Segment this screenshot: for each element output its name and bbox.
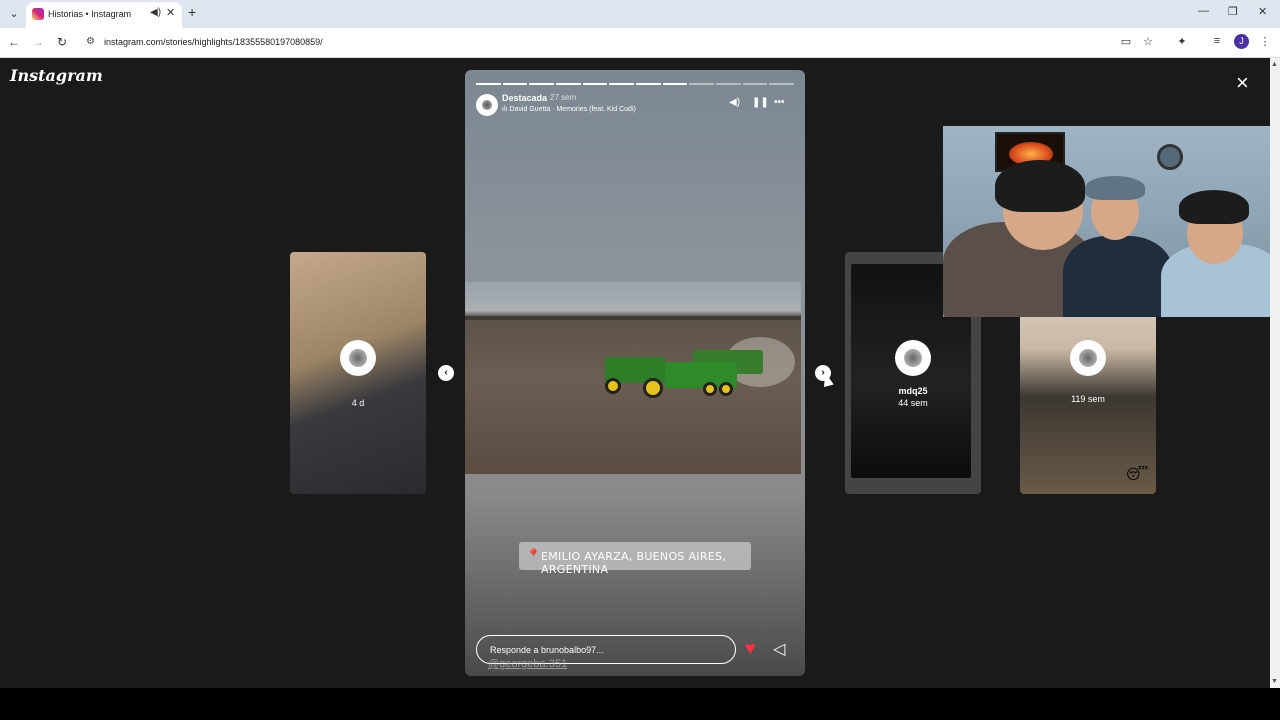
progress-segment (582, 83, 608, 85)
preview-time: 119 sem (1071, 394, 1105, 404)
watermark: @georgeba.351 (488, 658, 568, 670)
progress-segment (769, 83, 795, 85)
wheel (719, 382, 733, 396)
preview-time: 4 d (351, 398, 365, 408)
location-sticker[interactable]: 📍 EMILIO AYARZA, BUENOS AIRES, ARGENTINA (519, 542, 751, 576)
tab-title: Historias • Instagram (48, 9, 132, 19)
like-heart-icon[interactable]: ♥ (745, 638, 756, 659)
progress-segment (636, 83, 661, 85)
profile-avatar[interactable]: J (1234, 34, 1249, 49)
avatar (895, 340, 931, 376)
active-story[interactable]: Destacada 27 sem ılı David Guetta · Memo… (465, 70, 805, 676)
restore-icon[interactable]: ❐ (1228, 5, 1238, 18)
instagram-logo[interactable]: Instagram (10, 66, 103, 85)
story-timestamp: 27 sem (550, 93, 577, 102)
bookmark-star-icon[interactable]: ☆ (1141, 35, 1155, 48)
progress-segment (502, 83, 528, 85)
progress-segment (609, 83, 635, 85)
music-label: David Guetta · Memories (feat. Kid Cudi) (509, 106, 636, 113)
site-info-icon[interactable]: ⚙ (86, 36, 95, 47)
volume-icon[interactable]: ◀) (729, 97, 740, 108)
tab-close-icon[interactable]: ✕ (166, 6, 175, 19)
previous-story-button[interactable]: ‹ (438, 365, 454, 381)
person-right-hair (1179, 190, 1249, 224)
minimize-icon[interactable]: — (1198, 5, 1209, 17)
reload-button[interactable]: ↻ (54, 35, 70, 49)
more-options-icon[interactable]: ••• (774, 97, 785, 108)
person-left-hair (995, 160, 1085, 212)
person-middle (1063, 236, 1173, 317)
location-text: EMILIO AYARZA, BUENOS AIRES, ARGENTINA (541, 550, 727, 576)
reply-placeholder: Responde a brunobalbo97... (490, 645, 604, 655)
pause-icon[interactable]: ❚❚ (752, 97, 769, 108)
preview-username: mdq25 (898, 386, 928, 396)
wheel (703, 382, 717, 396)
instagram-favicon-icon (32, 8, 44, 20)
story-avatar[interactable] (476, 94, 498, 116)
progress-segment (476, 83, 501, 85)
page-scrollbar[interactable] (1270, 58, 1280, 688)
scroll-down-icon[interactable]: ▼ (1271, 678, 1278, 685)
media-controls-icon[interactable]: ≡ (1210, 35, 1224, 47)
progress-segment (716, 83, 741, 85)
tab-search-icon[interactable]: ⌄ (6, 6, 22, 22)
field-horizon (465, 316, 801, 320)
url-text: instagram.com/stories/highlights/1835558… (104, 37, 323, 47)
close-stories-icon[interactable]: × (1236, 70, 1249, 96)
sleepy-emoji-icon: 😴 (1126, 466, 1149, 482)
forward-button[interactable]: → (30, 35, 46, 49)
wheel (605, 378, 621, 394)
avatar (340, 340, 376, 376)
person-middle-cap (1085, 176, 1145, 200)
new-tab-button[interactable]: + (188, 4, 196, 20)
progress-segment (742, 83, 768, 85)
extensions-icon[interactable]: ✦ (1175, 35, 1189, 48)
bottom-band (0, 688, 1280, 720)
progress-segment (556, 83, 581, 85)
scroll-up-icon[interactable]: ▲ (1271, 61, 1278, 68)
address-toolbar: ← → ↻ ⚙ instagram.com/stories/highlights… (0, 28, 1280, 58)
story-username[interactable]: Destacada (502, 93, 547, 103)
webcam-overlay (943, 126, 1280, 317)
wheel (643, 378, 663, 398)
url-bar[interactable]: ⚙ instagram.com/stories/highlights/18355… (82, 32, 1162, 54)
story-progress-bar (476, 83, 795, 85)
preview-time: 44 sem (898, 398, 928, 408)
story-photo (465, 282, 801, 474)
location-pin-icon: 📍 (526, 548, 541, 562)
story-music-info[interactable]: ılı David Guetta · Memories (feat. Kid C… (502, 106, 636, 113)
browser-menu-icon[interactable]: ⋮ (1258, 35, 1272, 48)
back-button[interactable]: ← (6, 35, 22, 49)
progress-segment (529, 83, 555, 85)
tab-audio-icon[interactable]: ◀) (150, 7, 161, 18)
progress-segment (662, 83, 688, 85)
send-icon[interactable]: ◁ (773, 639, 785, 659)
install-app-icon[interactable]: ▭ (1119, 35, 1133, 48)
wall-clock (1157, 144, 1183, 170)
mouse-cursor (820, 370, 834, 388)
progress-segment (689, 83, 715, 85)
browser-tab[interactable]: Historias • Instagram ◀) ✕ (26, 2, 182, 28)
story-preview-left[interactable]: 4 d (290, 252, 426, 494)
browser-tab-bar: ⌄ Historias • Instagram ◀) ✕ + — ❐ ✕ (0, 0, 1280, 28)
window-close-icon[interactable]: ✕ (1258, 5, 1267, 18)
avatar (1070, 340, 1106, 376)
